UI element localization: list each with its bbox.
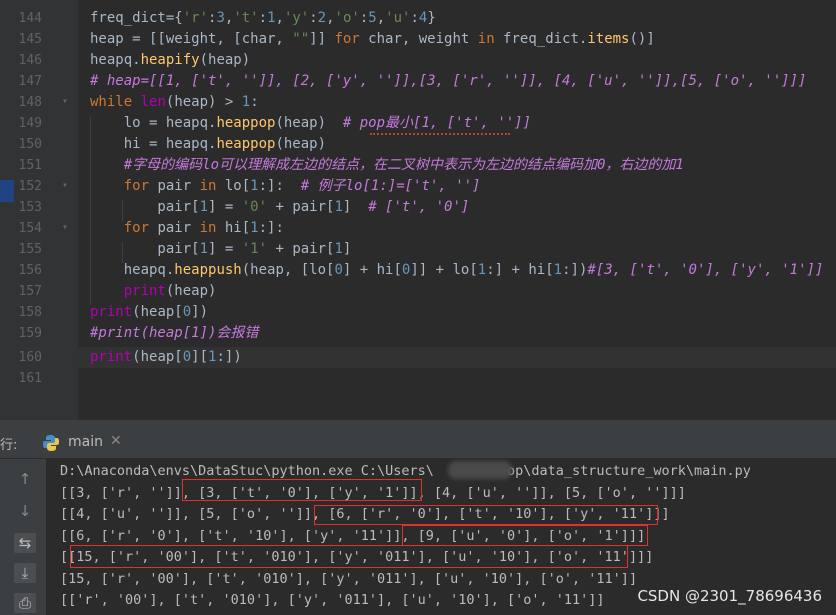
line-number: 155 xyxy=(18,242,42,257)
typo-underline xyxy=(370,131,510,135)
line-number: 150 xyxy=(18,137,42,152)
line-number: 144 xyxy=(18,11,42,26)
code-line[interactable]: #print(heap[1])会报错 xyxy=(90,323,258,344)
line-number: 153 xyxy=(18,200,42,215)
line-number: 151 xyxy=(18,158,42,173)
code-line[interactable]: pair[1] = '1' + pair[1] xyxy=(90,239,351,260)
line-number: 157 xyxy=(18,284,42,299)
line-number: 152 xyxy=(18,179,42,194)
code-line[interactable]: print(heap[0]) xyxy=(90,302,208,323)
code-line[interactable]: for pair in hi[1:]: xyxy=(90,218,284,239)
line-number: 147 xyxy=(18,74,42,89)
code-line[interactable]: hi = heapq.heappop(heap) xyxy=(90,134,326,155)
fold-marker-icon[interactable]: ▾ xyxy=(62,97,72,107)
redacted-username xyxy=(448,461,512,479)
line-number: 159 xyxy=(18,326,42,341)
code-line[interactable]: # heap=[[1, ['t', '']], [2, ['y', '']],[… xyxy=(90,71,806,92)
line-number: 160 xyxy=(18,350,42,365)
code-line[interactable]: while len(heap) > 1: xyxy=(90,92,259,113)
highlight-box xyxy=(70,545,628,568)
line-number: 156 xyxy=(18,263,42,278)
line-number: 148 xyxy=(18,95,42,110)
code-line[interactable]: print(heap[0][1:]) xyxy=(90,347,242,368)
highlight-box xyxy=(314,505,658,525)
fold-marker-icon[interactable]: ▾ xyxy=(62,181,72,191)
code-editor[interactable]: 144 145 146 147 148 149 150 151 152 153 … xyxy=(0,0,836,420)
code-line[interactable]: heapq.heapify(heap) xyxy=(90,50,250,71)
line-number: 154 xyxy=(18,221,42,236)
code-line[interactable]: pair[1] = '0' + pair[1] # ['t', '0'] xyxy=(90,197,469,218)
code-line[interactable]: heapq.heappush(heap, [lo[0] + hi[0]] + l… xyxy=(90,260,824,281)
down-arrow-icon[interactable]: ↓ xyxy=(14,501,36,521)
up-arrow-icon[interactable]: ↑ xyxy=(14,469,36,489)
code-line[interactable]: for pair in lo[1:]: # 例子lo[1:]=['t', ''] xyxy=(90,176,481,197)
line-number: 161 xyxy=(18,371,42,386)
run-toolbar: ↑ ↓ ⇆ ⤓ ⎙ xyxy=(0,459,46,615)
tab-main[interactable]: main xyxy=(68,434,103,450)
selection-marker xyxy=(0,180,14,202)
watermark: CSDN @2301_78696436 xyxy=(637,587,822,605)
run-tool-window-header: 行: main ✕ xyxy=(0,428,836,459)
line-number: 149 xyxy=(18,116,42,131)
line-number: 146 xyxy=(18,53,42,68)
code-line[interactable]: print(heap) xyxy=(90,281,217,302)
project-panel-edge xyxy=(0,0,14,420)
close-icon[interactable]: ✕ xyxy=(110,433,122,449)
code-line[interactable]: heap = [[weight, [char, ""]] for char, w… xyxy=(90,29,655,50)
line-number: 158 xyxy=(18,305,42,320)
panel-divider[interactable] xyxy=(0,420,836,428)
line-number: 145 xyxy=(18,32,42,47)
console-line: [15, ['r', '00'], ['t', '010'], ['y', '0… xyxy=(60,570,638,587)
code-line[interactable]: freq_dict={'r':3,'t':1,'y':2,'o':5,'u':4… xyxy=(90,8,436,29)
fold-marker-icon[interactable]: ▾ xyxy=(62,223,72,233)
highlight-box xyxy=(182,479,422,501)
code-line[interactable]: #字母的编码lo可以理解成左边的结点，在二叉树中表示为左边的结点编码加0，右边的… xyxy=(90,155,684,176)
run-label: 行: xyxy=(0,438,18,453)
scroll-to-end-icon[interactable]: ⤓ xyxy=(14,563,36,583)
highlight-box xyxy=(402,525,648,546)
print-icon[interactable]: ⎙ xyxy=(14,593,36,613)
python-icon xyxy=(43,435,59,451)
console-line: [['r', '00'], ['t', '010'], ['y', '011']… xyxy=(60,592,605,608)
soft-wrap-icon[interactable]: ⇆ xyxy=(14,533,36,553)
